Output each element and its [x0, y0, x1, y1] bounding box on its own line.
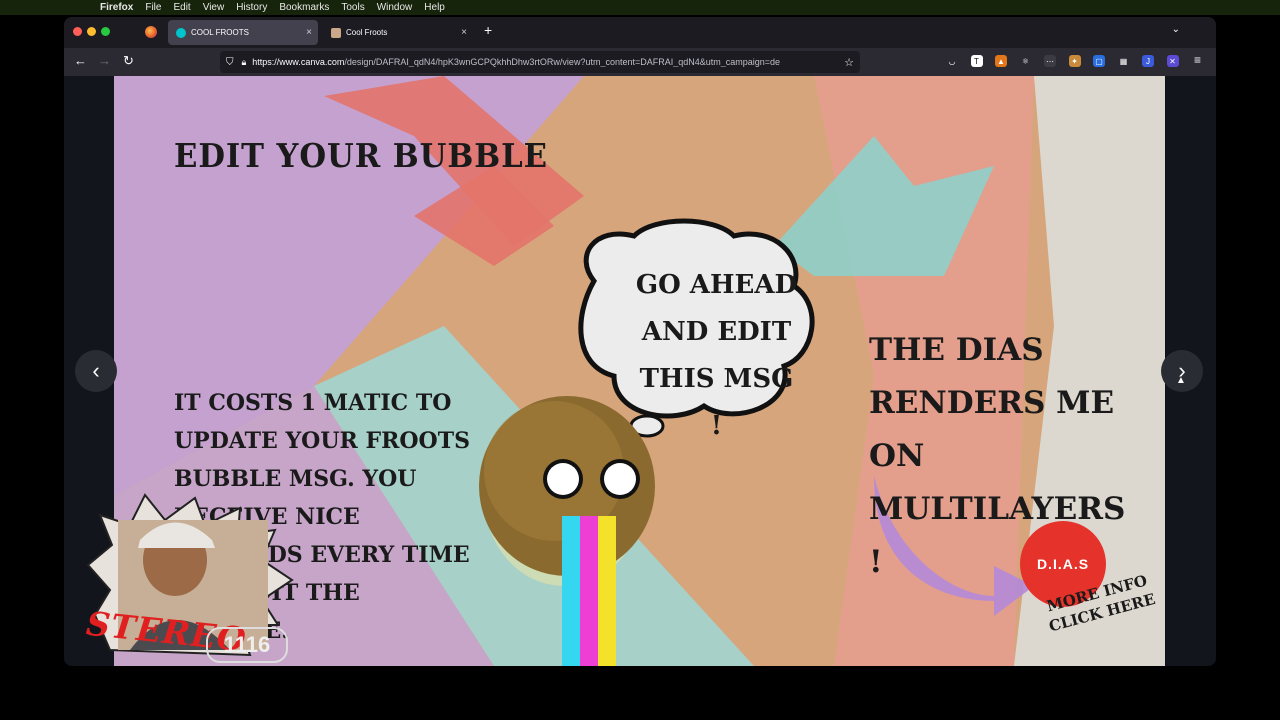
page-favicon-icon [331, 27, 341, 38]
bookmark-star-icon[interactable]: ☆ [844, 56, 854, 69]
chevron-left-icon: ‹ [92, 358, 100, 383]
mouse-cursor-icon: ▲ [1176, 375, 1186, 386]
tab-cool-froots[interactable]: Cool Froots × [323, 20, 473, 45]
new-tab-button[interactable]: + [484, 22, 492, 38]
tab-title: Cool Froots [346, 28, 388, 37]
url-bar[interactable]: ⛉ 🔒︎ https://www.canva.com/design/DAFRAI… [220, 51, 860, 73]
dias-description: THE DIAS RENDERS ME ON MULTILAYERS ! [869, 332, 1126, 580]
menu-window[interactable]: Window [377, 2, 413, 13]
blue-square-icon[interactable]: ▢ [1093, 55, 1105, 67]
calendar-icon[interactable]: ▦ [1117, 55, 1130, 67]
stereo-logo-number: 1116 [206, 627, 288, 663]
fox-extension-icon[interactable]: ✦ [1068, 55, 1081, 67]
t-extension-icon[interactable]: T [970, 55, 983, 67]
pocket-icon[interactable]: ◡ [946, 55, 958, 67]
close-tab-icon[interactable]: × [461, 27, 467, 38]
menu-help[interactable]: Help [424, 2, 445, 13]
previous-slide-button[interactable]: ‹ [75, 350, 117, 392]
react-icon[interactable]: ⚛ [1019, 55, 1032, 67]
close-tab-icon[interactable]: × [306, 27, 312, 38]
j-extension-icon[interactable]: J [1142, 55, 1154, 67]
purple-extension-icon[interactable]: ✕ [1166, 55, 1179, 67]
list-all-tabs-icon[interactable]: ⌄ [1172, 24, 1180, 35]
thought-bubble-message[interactable]: GO AHEAD AND EDIT THIS MSG ! [634, 262, 799, 450]
dots-extension-icon[interactable]: ⋯ [1044, 55, 1056, 67]
app-menu-button[interactable]: ≡ [1194, 53, 1201, 67]
url-text[interactable]: https://www.canva.com/design/DAFRAI_qdN4… [252, 57, 822, 67]
metamask-icon[interactable]: ▲ [995, 55, 1007, 67]
menu-tools[interactable]: Tools [341, 2, 364, 13]
